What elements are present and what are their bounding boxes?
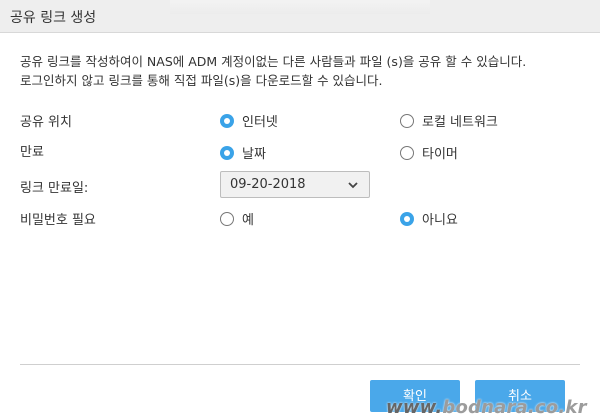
site-watermark: www.bodnara.co.kr [386,397,587,418]
radio-no-label: 아니요 [422,213,458,228]
watermark-text: bodnara.co.kr [442,397,587,418]
chevron-down-icon[interactable] [348,180,358,190]
radio-no[interactable]: 아니요 [400,209,458,228]
expiry-label: 만료 [20,145,44,160]
radio-yes-label: 예 [242,213,254,228]
radio-timer-indicator[interactable] [400,145,414,160]
footer-divider [20,364,580,365]
watermark-prefix: www. [386,397,443,418]
radio-yes-indicator[interactable] [220,211,234,226]
radio-internet-indicator[interactable] [220,113,234,128]
expiry-date-label: 링크 만료일: [20,181,89,196]
radio-internet[interactable]: 인터넷 [220,111,278,130]
dialog-description: 공유 링크를 작성하여이 NAS에 ADM 계정이없는 다른 사람들과 파일 (… [20,52,585,90]
radio-timer[interactable]: 타이머 [400,143,458,162]
description-line-2: 로그인하지 않고 링크를 통해 직접 파일(s)을 다운로드할 수 있습니다. [20,73,383,88]
dialog-title: 공유 링크 생성 [10,10,97,26]
description-line-1: 공유 링크를 작성하여이 NAS에 ADM 계정이없는 다른 사람들과 파일 (… [20,54,527,69]
radio-timer-label: 타이머 [422,147,458,162]
radio-date-label: 날짜 [242,147,266,162]
share-location-label: 공유 위치 [20,115,72,130]
radio-no-indicator[interactable] [400,211,414,226]
expiry-date-value: 09-20-2018 [230,177,306,192]
radio-yes[interactable]: 예 [220,209,254,228]
radio-date[interactable]: 날짜 [220,143,266,162]
radio-internet-label: 인터넷 [242,115,278,130]
radio-local-network-label: 로컬 네트워크 [422,115,498,130]
dialog-titlebar: 공유 링크 생성 [0,0,600,33]
background-window-ghost [170,0,430,14]
expiry-date-select[interactable]: 09-20-2018 [220,171,370,198]
password-required-label: 비밀번호 필요 [20,213,96,228]
radio-local-network-indicator[interactable] [400,113,414,128]
radio-local-network[interactable]: 로컬 네트워크 [400,111,498,130]
radio-date-indicator[interactable] [220,145,234,160]
